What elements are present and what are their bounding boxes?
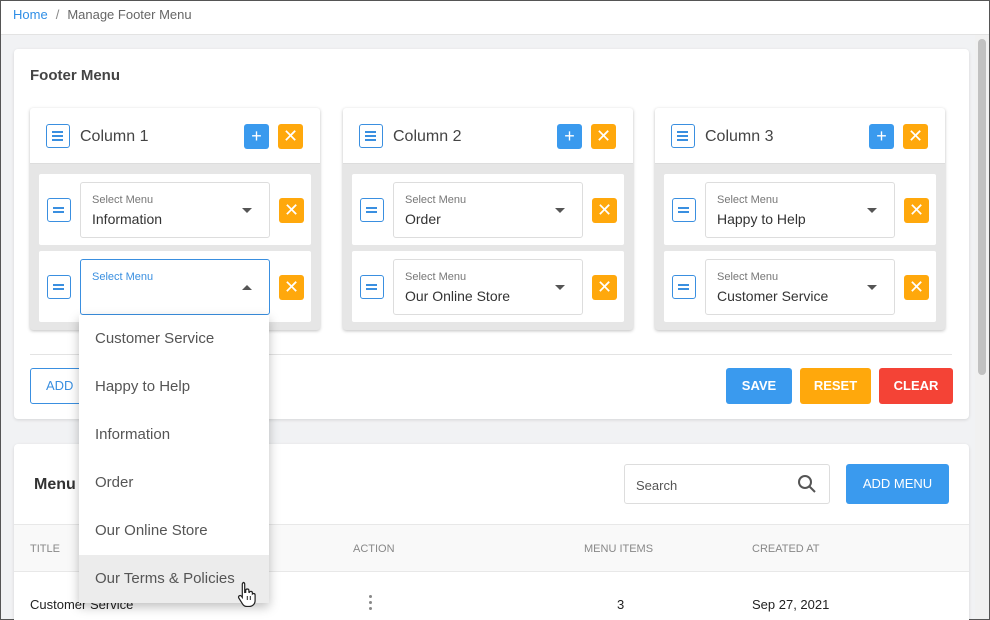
save-button[interactable]: SAVE (726, 368, 792, 404)
scrollbar-thumb[interactable] (978, 39, 986, 375)
select-menu-dropdown[interactable]: Select Menu Customer Service (705, 259, 895, 315)
remove-column-button[interactable]: ✕ (278, 124, 303, 149)
menu-row: Select Menu Happy to Help ✕ (664, 174, 936, 245)
select-menu-options-list: Customer Service Happy to Help Informati… (79, 315, 269, 603)
select-label: Select Menu (92, 271, 154, 283)
drag-handle-icon[interactable] (47, 275, 71, 299)
select-menu-dropdown[interactable]: Select Menu Order (393, 182, 583, 238)
column-header: Column 2 + ✕ (343, 108, 633, 164)
select-value: Our Online Store (405, 288, 511, 304)
top-bar: Home / Manage Footer Menu (1, 1, 989, 35)
column-name: Column 3 (705, 128, 774, 145)
breadcrumb: Home / Manage Footer Menu (13, 7, 192, 22)
select-menu-dropdown[interactable]: Select Menu Happy to Help (705, 182, 895, 238)
menu-row: Select Menu Our Online Store ✕ (352, 251, 624, 322)
breadcrumb-home-link[interactable]: Home (13, 7, 48, 22)
select-value: Information (92, 211, 163, 227)
row-created-at: Sep 27, 2021 (752, 597, 830, 612)
column-header-title[interactable]: TITLE (30, 543, 60, 555)
add-menu-item-button[interactable]: + (557, 124, 582, 149)
menu-row: Select Menu Information ✕ (39, 174, 311, 245)
footer-column-2[interactable]: Column 2 + ✕ Select Menu Order ✕ Select … (343, 108, 633, 330)
clear-button[interactable]: CLEAR (879, 368, 953, 404)
column-header-action: ACTION (353, 543, 395, 555)
select-label: Select Menu (405, 194, 467, 206)
caret-down-icon (867, 208, 877, 213)
footer-column-1[interactable]: Column 1 + ✕ Select Menu Information ✕ S… (30, 108, 320, 330)
select-menu-dropdown-open[interactable]: Select Menu (80, 259, 270, 315)
breadcrumb-current: Manage Footer Menu (67, 7, 192, 22)
footer-column-3[interactable]: Column 3 + ✕ Select Menu Happy to Help ✕… (655, 108, 945, 330)
select-menu-dropdown[interactable]: Select Menu Our Online Store (393, 259, 583, 315)
column-header: Column 1 + ✕ (30, 108, 320, 164)
caret-down-icon (555, 208, 565, 213)
drag-handle-icon[interactable] (672, 275, 696, 299)
remove-row-button[interactable]: ✕ (592, 198, 617, 223)
add-menu-item-button[interactable]: + (869, 124, 894, 149)
caret-down-icon (867, 285, 877, 290)
select-label: Select Menu (717, 271, 779, 283)
select-label: Select Menu (717, 194, 779, 206)
remove-column-button[interactable]: ✕ (903, 124, 928, 149)
footer-menu-title: Footer Menu (30, 67, 120, 84)
option-customer-service[interactable]: Customer Service (79, 315, 269, 363)
select-value: Happy to Help (717, 211, 806, 227)
search-icon[interactable] (797, 474, 817, 494)
drag-handle-icon[interactable] (360, 198, 384, 222)
column-header-created-at[interactable]: CREATED AT (752, 543, 819, 555)
menu-row: Select Menu Order ✕ (352, 174, 624, 245)
remove-row-button[interactable]: ✕ (904, 198, 929, 223)
column-name: Column 2 (393, 128, 462, 145)
drag-handle-icon[interactable] (47, 198, 71, 222)
add-menu-button[interactable]: ADD MENU (846, 464, 949, 504)
breadcrumb-separator: / (55, 7, 60, 22)
hand-pointer-cursor-icon (237, 581, 256, 607)
option-happy-to-help[interactable]: Happy to Help (79, 363, 269, 411)
drag-handle-icon[interactable] (671, 124, 695, 148)
select-value: Order (405, 211, 441, 227)
column-header: Column 3 + ✕ (655, 108, 945, 164)
remove-row-button[interactable]: ✕ (592, 275, 617, 300)
page-scrollbar[interactable] (975, 35, 989, 619)
column-name: Column 1 (80, 128, 149, 145)
select-value: Customer Service (717, 288, 829, 304)
drag-handle-icon[interactable] (359, 124, 383, 148)
select-label: Select Menu (405, 271, 467, 283)
menu-row: Select Menu Customer Service ✕ (664, 251, 936, 322)
menus-title: Menu (34, 476, 76, 493)
option-order[interactable]: Order (79, 459, 269, 507)
option-information[interactable]: Information (79, 411, 269, 459)
row-actions-kebab-icon[interactable] (369, 595, 373, 611)
drag-handle-icon[interactable] (672, 198, 696, 222)
row-menu-items: 3 (617, 597, 625, 612)
remove-row-button[interactable]: ✕ (904, 275, 929, 300)
column-header-menu-items[interactable]: MENU ITEMS (584, 543, 653, 555)
option-our-online-store[interactable]: Our Online Store (79, 507, 269, 555)
caret-down-icon (555, 285, 565, 290)
reset-button[interactable]: RESET (800, 368, 871, 404)
add-menu-item-button[interactable]: + (244, 124, 269, 149)
select-menu-dropdown[interactable]: Select Menu Information (80, 182, 270, 238)
select-label: Select Menu (92, 194, 154, 206)
caret-up-icon (242, 285, 252, 290)
remove-row-button[interactable]: ✕ (279, 275, 304, 300)
search-input[interactable]: Search (624, 464, 830, 504)
remove-row-button[interactable]: ✕ (279, 198, 304, 223)
remove-column-button[interactable]: ✕ (591, 124, 616, 149)
search-placeholder: Search (636, 478, 678, 493)
drag-handle-icon[interactable] (360, 275, 384, 299)
drag-handle-icon[interactable] (46, 124, 70, 148)
caret-down-icon (242, 208, 252, 213)
menu-row: Select Menu ✕ (39, 251, 311, 322)
